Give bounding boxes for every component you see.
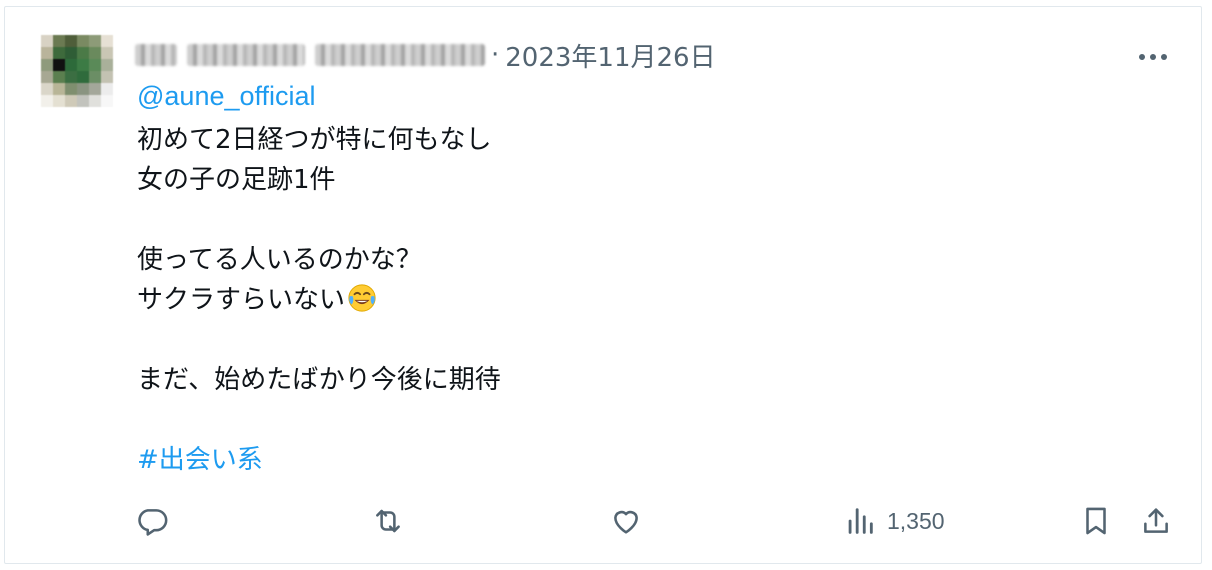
body-line: 女の子の足跡1件 [137, 165, 336, 195]
tweet-body: 初めて2日経つが特に何もなし 女の子の足跡1件 使ってる人いるのかな？ サクラす… [137, 120, 501, 480]
reply-icon [138, 509, 168, 536]
more-horizontal-icon[interactable] [1135, 45, 1171, 69]
body-line: 初めて2日経つが特に何もなし [137, 125, 492, 155]
analytics-icon [848, 508, 873, 534]
tweet-header: · 2023年11月26日 [135, 35, 716, 75]
body-line-with-emoji: サクラすらいない [137, 280, 501, 320]
views-button[interactable]: 1,350 [843, 501, 945, 541]
tweet-date[interactable]: 2023年11月26日 [505, 37, 715, 74]
avatar[interactable] [41, 35, 113, 107]
body-line: サクラすらいない [137, 285, 346, 315]
body-line: まだ、始めたばかり今後に期待 [137, 365, 501, 395]
like-button[interactable] [609, 501, 643, 541]
date-separator: · [491, 40, 500, 70]
hashtag-line: #出会い系 [137, 440, 501, 480]
heart-icon [614, 510, 638, 534]
body-line: 使ってる人いるのかな？ [137, 245, 422, 275]
bookmark-button[interactable] [1079, 501, 1113, 541]
retweet-button[interactable] [371, 501, 405, 541]
share-icon [1144, 508, 1168, 533]
views-count: 1,350 [887, 507, 945, 534]
tweet-actions: 1,350 [135, 501, 1175, 541]
bookmark-icon [1086, 507, 1106, 535]
face-with-tears-of-joy-icon [348, 284, 376, 312]
retweet-icon [376, 509, 400, 533]
author-name-blurred[interactable] [135, 40, 485, 70]
mention-link[interactable]: @aune_official [137, 81, 316, 112]
reply-button[interactable] [135, 501, 169, 541]
tweet-card[interactable]: · 2023年11月26日 @aune_official 初めて2日経つが特に何… [4, 6, 1202, 564]
hashtag-link[interactable]: #出会い系 [137, 445, 263, 475]
share-button[interactable] [1139, 501, 1173, 541]
